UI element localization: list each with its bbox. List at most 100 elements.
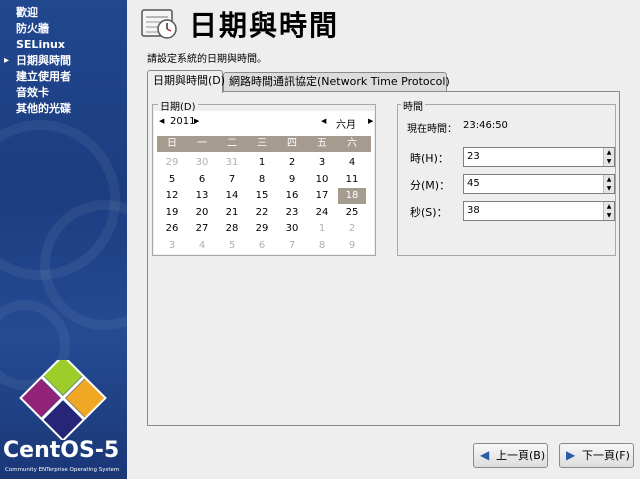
calendar-day[interactable]: 15 bbox=[248, 188, 276, 204]
calendar-day[interactable]: 31 bbox=[218, 155, 246, 171]
main-content: 日期與時間 請設定系統的日期與時間。 日期與時間(D) 網路時間通訊協定(Net… bbox=[127, 0, 640, 479]
step-other-discs: 其他的光碟 bbox=[16, 102, 71, 115]
weekday-label: 日 bbox=[167, 138, 177, 149]
second-value: 38 bbox=[467, 205, 480, 216]
calendar-day[interactable]: 11 bbox=[338, 172, 366, 188]
arrow-left-icon: ◀ bbox=[480, 448, 490, 462]
tab-ntp[interactable]: 網路時間通訊協定(Network Time Protocol) bbox=[223, 72, 450, 92]
calendar-day[interactable]: 7 bbox=[278, 238, 306, 254]
calendar-day[interactable]: 21 bbox=[218, 205, 246, 221]
spin-down-icon[interactable]: ▼ bbox=[604, 157, 614, 166]
calendar-day[interactable]: 5 bbox=[158, 172, 186, 188]
hour-spin-buttons[interactable]: ▲ ▼ bbox=[603, 148, 614, 166]
calendar-day[interactable]: 22 bbox=[248, 205, 276, 221]
calendar-day[interactable]: 7 bbox=[218, 172, 246, 188]
time-frame: 時間 現在時間： 23:46:50 時(H)： 23 ▲ ▼ 分(M)： 45 ▲… bbox=[397, 98, 616, 256]
calendar-day[interactable]: 30 bbox=[278, 221, 306, 237]
arrow-right-icon: ▶ bbox=[566, 448, 576, 462]
next-button-label: 下一頁(F) bbox=[582, 449, 630, 462]
second-spin-buttons[interactable]: ▲ ▼ bbox=[603, 202, 614, 220]
calendar-day[interactable]: 13 bbox=[188, 188, 216, 204]
calendar[interactable]: ◀ 2011 ▶ ◀ 六月 ▶ 日 一 二 三 四 五 六 29 30 31 1 2 3 4… bbox=[154, 111, 374, 254]
calendar-day[interactable]: 5 bbox=[218, 238, 246, 254]
time-frame-label: 時間 bbox=[401, 98, 425, 113]
calendar-day[interactable]: 6 bbox=[248, 238, 276, 254]
calendar-day[interactable]: 9 bbox=[278, 172, 306, 188]
minute-spin-buttons[interactable]: ▲ ▼ bbox=[603, 175, 614, 193]
calendar-day[interactable]: 2 bbox=[338, 221, 366, 237]
calendar-day[interactable]: 4 bbox=[338, 155, 366, 171]
step-date-time: 日期與時間 bbox=[4, 53, 71, 69]
spin-down-icon[interactable]: ▼ bbox=[604, 184, 614, 193]
spin-down-icon[interactable]: ▼ bbox=[604, 211, 614, 220]
minute-value: 45 bbox=[467, 178, 480, 189]
calendar-day[interactable]: 26 bbox=[158, 221, 186, 237]
calendar-day[interactable]: 3 bbox=[308, 155, 336, 171]
calendar-day[interactable]: 29 bbox=[248, 221, 276, 237]
calendar-day[interactable]: 30 bbox=[188, 155, 216, 171]
second-spinbox[interactable]: 38 ▲ ▼ bbox=[463, 201, 615, 221]
calendar-day[interactable]: 9 bbox=[338, 238, 366, 254]
weekday-label: 一 bbox=[197, 138, 207, 149]
weekday-label: 五 bbox=[317, 138, 327, 149]
instruction-text: 請設定系統的日期與時間。 bbox=[147, 54, 267, 65]
weekday-header: 日 一 二 三 四 五 六 bbox=[157, 136, 371, 152]
step-welcome: 歡迎 bbox=[16, 6, 38, 19]
calendar-day[interactable]: 17 bbox=[308, 188, 336, 204]
next-month-icon[interactable]: ▶ bbox=[368, 117, 373, 125]
prev-month-icon[interactable]: ◀ bbox=[321, 117, 326, 125]
calendar-nav: ◀ 2011 ▶ ◀ 六月 ▶ bbox=[155, 112, 375, 134]
calendar-day[interactable]: 3 bbox=[158, 238, 186, 254]
sidebar: 歡迎 防火牆 SELinux 日期與時間 建立使用者 音效卡 其他的光碟 Cen… bbox=[0, 0, 127, 479]
calendar-day[interactable]: 29 bbox=[158, 155, 186, 171]
calendar-day[interactable]: 16 bbox=[278, 188, 306, 204]
centos-logo-text: CentOS-5 bbox=[3, 438, 120, 463]
calendar-day[interactable]: 18 bbox=[338, 188, 366, 204]
step-selinux: SELinux bbox=[16, 38, 65, 51]
hour-value: 23 bbox=[467, 151, 480, 162]
calendar-day[interactable]: 4 bbox=[188, 238, 216, 254]
tab-date-time[interactable]: 日期與時間(D) bbox=[147, 70, 225, 93]
year-label: 2011 bbox=[170, 116, 196, 127]
centos-logo: CentOS-5 Community ENTerprise Operating … bbox=[0, 354, 127, 479]
minute-label: 分(M)： bbox=[410, 179, 451, 192]
current-time-value: 23:46:50 bbox=[463, 120, 508, 131]
calendar-day[interactable]: 2 bbox=[278, 155, 306, 171]
back-button[interactable]: ◀ 上一頁(B) bbox=[473, 443, 548, 468]
spin-up-icon[interactable]: ▲ bbox=[604, 175, 614, 184]
calendar-day[interactable]: 10 bbox=[308, 172, 336, 188]
month-label: 六月 bbox=[336, 120, 356, 131]
next-button[interactable]: ▶ 下一頁(F) bbox=[559, 443, 634, 468]
calendar-day[interactable]: 23 bbox=[278, 205, 306, 221]
step-sound-card: 音效卡 bbox=[16, 86, 49, 99]
calendar-day[interactable]: 25 bbox=[338, 205, 366, 221]
calendar-day[interactable]: 12 bbox=[158, 188, 186, 204]
centos-logo-subtitle: Community ENTerprise Operating System bbox=[5, 467, 120, 473]
calendar-day[interactable]: 1 bbox=[248, 155, 276, 171]
second-label: 秒(S)： bbox=[410, 206, 448, 219]
minute-spinbox[interactable]: 45 ▲ ▼ bbox=[463, 174, 615, 194]
calendar-day[interactable]: 28 bbox=[218, 221, 246, 237]
weekday-label: 六 bbox=[347, 138, 357, 149]
weekday-label: 四 bbox=[287, 138, 297, 149]
date-time-panel: 日期(D) ◀ 2011 ▶ ◀ 六月 ▶ 日 一 二 三 四 五 六 29 3… bbox=[147, 91, 620, 426]
calendar-day[interactable]: 6 bbox=[188, 172, 216, 188]
spin-up-icon[interactable]: ▲ bbox=[604, 148, 614, 157]
calendar-day[interactable]: 19 bbox=[158, 205, 186, 221]
step-create-user: 建立使用者 bbox=[16, 70, 71, 83]
prev-year-icon[interactable]: ◀ bbox=[159, 117, 164, 125]
next-year-icon[interactable]: ▶ bbox=[194, 117, 199, 125]
calendar-day[interactable]: 14 bbox=[218, 188, 246, 204]
calendar-day[interactable]: 1 bbox=[308, 221, 336, 237]
calendar-day[interactable]: 24 bbox=[308, 205, 336, 221]
calendar-day[interactable]: 8 bbox=[308, 238, 336, 254]
date-frame: 日期(D) ◀ 2011 ▶ ◀ 六月 ▶ 日 一 二 三 四 五 六 29 3… bbox=[152, 98, 376, 256]
step-firewall: 防火牆 bbox=[16, 22, 49, 35]
calendar-day[interactable]: 8 bbox=[248, 172, 276, 188]
calendar-day[interactable]: 20 bbox=[188, 205, 216, 221]
spin-up-icon[interactable]: ▲ bbox=[604, 202, 614, 211]
current-time-label: 現在時間： bbox=[407, 124, 457, 135]
calendar-clock-icon bbox=[140, 6, 178, 40]
calendar-day[interactable]: 27 bbox=[188, 221, 216, 237]
hour-spinbox[interactable]: 23 ▲ ▼ bbox=[463, 147, 615, 167]
